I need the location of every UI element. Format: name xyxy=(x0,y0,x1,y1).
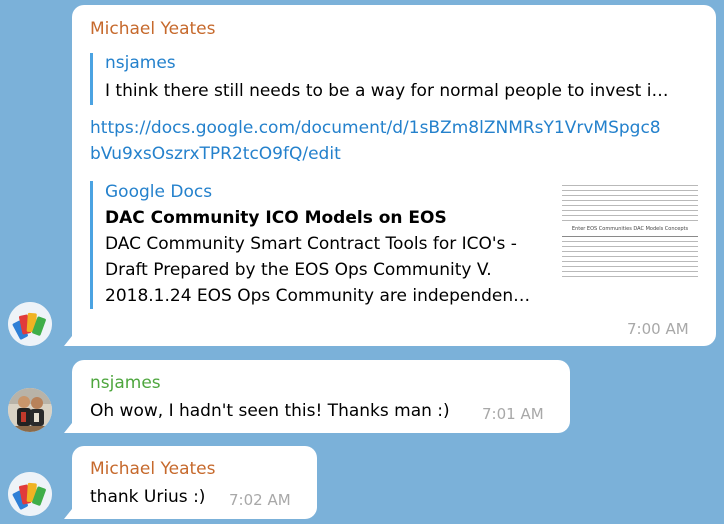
message-bubble[interactable]: Michael Yeates nsjames I think there sti… xyxy=(64,5,716,346)
preview-description-line: Draft Prepared by the EOS Ops Community … xyxy=(105,260,492,280)
thumbnail-heading: Enter EOS Communities DAC Models Concept… xyxy=(571,226,689,232)
sender-name[interactable]: nsjames xyxy=(90,373,161,393)
document-link-continued[interactable]: bVu9xsOszrxTPR2tcO9fQ/edit xyxy=(90,144,341,164)
preview-title: DAC Community ICO Models on EOS xyxy=(105,208,447,228)
reply-quote[interactable]: nsjames I think there still needs to be … xyxy=(90,51,700,107)
message-time: 7:01 AM xyxy=(482,405,544,423)
document-thumbnail[interactable]: Enter EOS Communities DAC Models Concept… xyxy=(560,181,700,309)
message-bubble[interactable]: Michael Yeates thank Urius :) 7:02 AM xyxy=(64,446,317,519)
sender-name[interactable]: Michael Yeates xyxy=(90,19,216,39)
colorful-tags-avatar-icon[interactable] xyxy=(8,472,52,516)
message-time: 7:02 AM xyxy=(229,491,291,509)
colorful-tags-avatar-icon[interactable] xyxy=(8,302,52,346)
reply-author: nsjames xyxy=(105,53,176,73)
link-preview[interactable]: Google Docs DAC Community ICO Models on … xyxy=(90,181,700,311)
message-text: Oh wow, I hadn't seen this! Thanks man :… xyxy=(90,401,450,421)
preview-site-name: Google Docs xyxy=(105,182,213,202)
sender-name[interactable]: Michael Yeates xyxy=(90,459,216,479)
document-link[interactable]: https://docs.google.com/document/d/1sBZm… xyxy=(90,118,661,138)
quote-bar xyxy=(90,53,93,105)
message-time: 7:00 AM xyxy=(627,320,689,338)
message-text: thank Urius :) xyxy=(90,487,206,507)
preview-description-line: 2018.1.24 EOS Ops Community are independ… xyxy=(105,286,531,306)
preview-description-line: DAC Community Smart Contract Tools for I… xyxy=(105,234,517,254)
person-photo-avatar-icon[interactable] xyxy=(8,388,52,432)
message-bubble[interactable]: nsjames Oh wow, I hadn't seen this! Than… xyxy=(64,360,570,433)
preview-bar xyxy=(90,181,93,309)
reply-text: I think there still needs to be a way fo… xyxy=(105,81,669,101)
